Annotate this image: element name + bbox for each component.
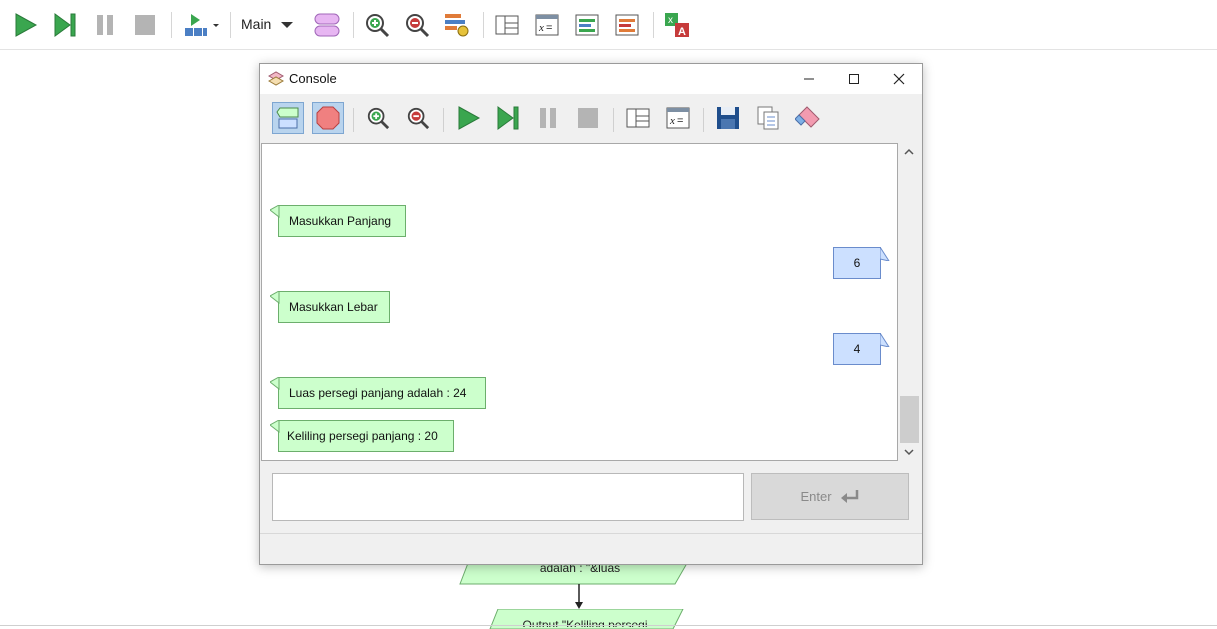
chevron-down-icon[interactable]: [274, 10, 300, 40]
flow-arrow: [575, 584, 583, 609]
separator: [171, 12, 172, 38]
eraser-icon[interactable]: [792, 102, 824, 134]
enter-button[interactable]: Enter: [751, 473, 909, 520]
svg-text:=: =: [546, 22, 552, 34]
separator: [353, 108, 354, 132]
stop-on-error-icon[interactable]: [312, 102, 344, 134]
enter-label: Enter: [800, 489, 832, 504]
main-toolbar: Main x = xA: [0, 0, 1217, 50]
svg-text:A: A: [678, 26, 686, 38]
console-pause-icon[interactable]: [532, 102, 564, 134]
minimize-button[interactable]: [786, 64, 832, 94]
separator: [703, 108, 704, 132]
separator: [653, 12, 654, 38]
save-icon[interactable]: [712, 102, 744, 134]
variables-icon[interactable]: x =: [532, 10, 562, 40]
show-output-toggle-icon[interactable]: [272, 102, 304, 134]
svg-text:x: x: [538, 22, 544, 34]
run-mode-dropdown-icon[interactable]: [182, 10, 222, 40]
flow-view-icon[interactable]: [572, 10, 602, 40]
function-shape-icon[interactable]: [312, 10, 342, 40]
maximize-button[interactable]: [831, 64, 877, 94]
svg-text:x: x: [669, 115, 675, 127]
output-tail: [270, 377, 280, 391]
input-message: 6: [833, 247, 881, 279]
vertical-scrollbar[interactable]: [898, 143, 921, 461]
output-message: Masukkan Panjang: [278, 205, 406, 237]
separator: [483, 12, 484, 38]
console-run-icon[interactable]: [452, 102, 484, 134]
scroll-thumb[interactable]: [900, 396, 919, 443]
console-stop-icon[interactable]: [572, 102, 604, 134]
console-window: Console x = Masukkan Panjang 6 Masukkan …: [259, 63, 923, 565]
output-tail: [270, 420, 280, 434]
enter-return-icon: [840, 489, 858, 503]
translate-icon[interactable]: xA: [662, 10, 692, 40]
output-tail: [270, 291, 280, 305]
close-button[interactable]: [876, 64, 922, 94]
zoom-in-icon[interactable]: [362, 10, 392, 40]
console-toolbar: x =: [260, 94, 922, 142]
zoom-out-icon[interactable]: [402, 10, 432, 40]
console-output[interactable]: Masukkan Panjang 6 Masukkan Lebar 4 Luas…: [261, 143, 898, 461]
console-app-icon: [267, 71, 285, 92]
panel-layout-icon[interactable]: [492, 10, 522, 40]
console-title: Console: [289, 71, 337, 86]
separator: [353, 12, 354, 38]
console-input-field[interactable]: [272, 473, 744, 521]
separator: [613, 108, 614, 132]
stop-icon[interactable]: [130, 10, 160, 40]
function-selector[interactable]: Main: [241, 16, 271, 32]
output-message: Masukkan Lebar: [278, 291, 390, 323]
layout-settings-icon[interactable]: [442, 10, 472, 40]
console-zoom-out-icon[interactable]: [402, 102, 434, 134]
status-divider: [0, 625, 1217, 626]
scroll-up-icon[interactable]: [903, 146, 915, 158]
svg-text:=: =: [677, 115, 683, 127]
close-icon: [893, 73, 905, 85]
scroll-down-icon[interactable]: [903, 446, 915, 458]
output-message: Luas persegi panjang adalah : 24: [278, 377, 486, 409]
output-message: Keliling persegi panjang : 20: [278, 420, 454, 452]
output-tail: [270, 205, 280, 219]
input-message: 4: [833, 333, 881, 365]
console-step-icon[interactable]: [492, 102, 524, 134]
console-variables-icon[interactable]: x =: [662, 102, 694, 134]
separator: [443, 108, 444, 132]
console-titlebar[interactable]: Console: [260, 64, 922, 94]
copy-icon[interactable]: [752, 102, 784, 134]
step-icon[interactable]: [50, 10, 80, 40]
pause-icon[interactable]: [90, 10, 120, 40]
run-icon[interactable]: [10, 10, 40, 40]
svg-text:x: x: [668, 15, 673, 26]
console-panel-layout-icon[interactable]: [622, 102, 654, 134]
console-status-divider: [260, 533, 922, 534]
maximize-icon: [849, 74, 859, 84]
console-zoom-in-icon[interactable]: [362, 102, 394, 134]
minimize-icon: [804, 78, 814, 80]
separator: [230, 12, 231, 38]
output-view-icon[interactable]: [612, 10, 642, 40]
input-tail: [880, 333, 890, 347]
input-tail: [880, 247, 890, 261]
